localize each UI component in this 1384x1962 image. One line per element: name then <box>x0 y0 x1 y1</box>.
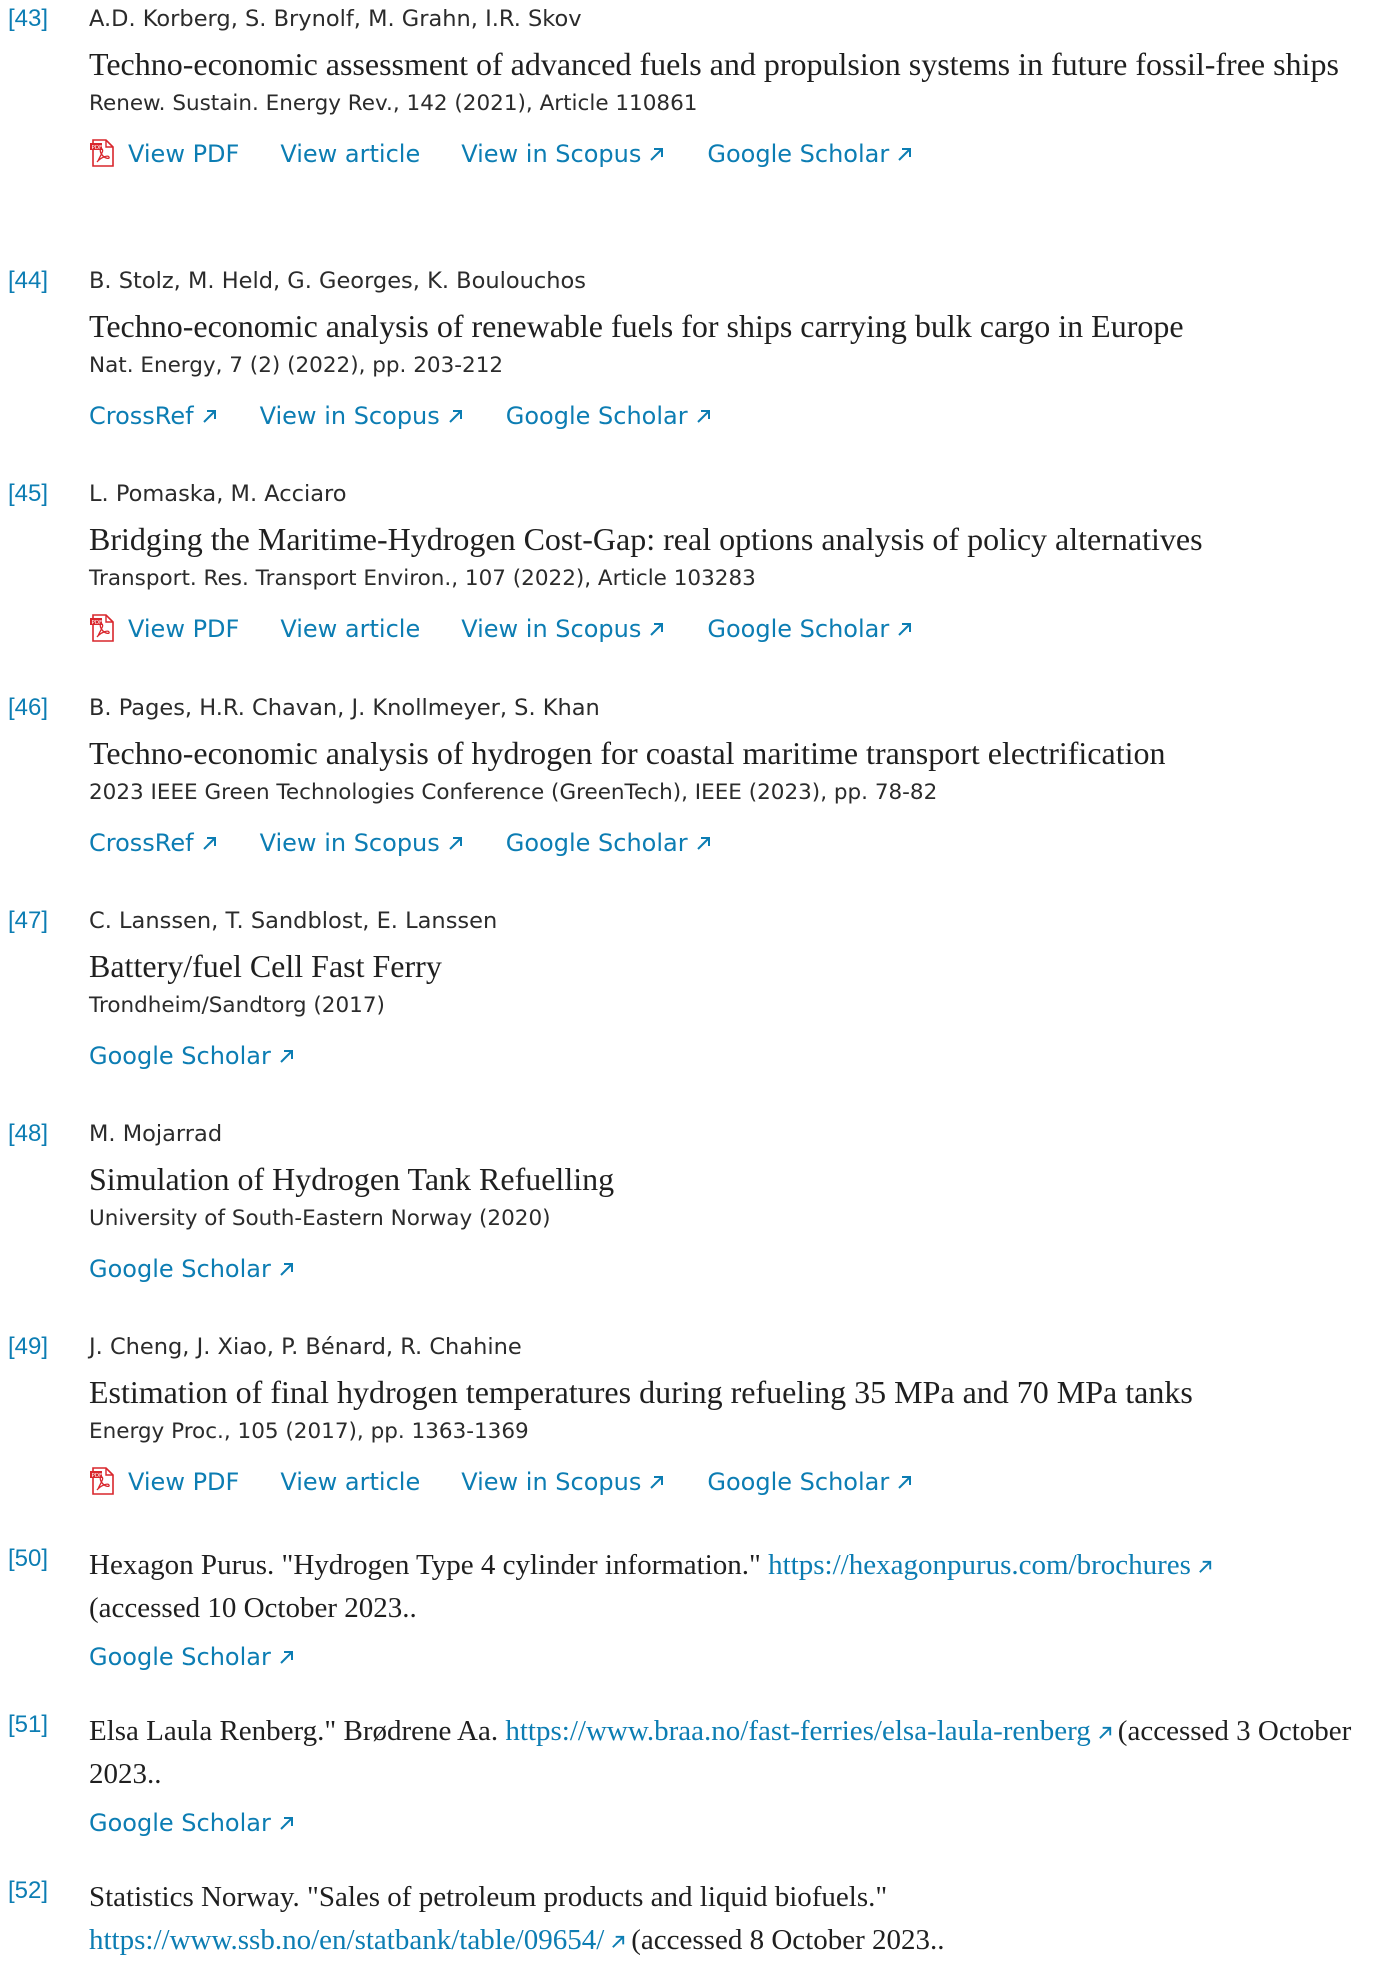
reference-number[interactable]: [47] <box>8 906 48 936</box>
external-arrow-icon <box>612 1935 625 1948</box>
external-arrow-icon <box>202 836 216 850</box>
reference-source: 2023 IEEE Green Technologies Conference … <box>89 780 938 805</box>
reference-number[interactable]: [46] <box>8 693 48 723</box>
reference-text: Elsa Laula Renberg." Brødrene Aa. https:… <box>89 1715 1352 1790</box>
reference-authors: B. Pages, H.R. Chavan, J. Knollmeyer, S.… <box>89 695 600 721</box>
view-article-link[interactable]: View article <box>280 614 420 644</box>
reference-number[interactable]: [51] <box>8 1710 48 1740</box>
reference-links: CrossRef View in Scopus Google Scholar <box>89 828 1379 860</box>
crossref-link[interactable]: CrossRef <box>89 828 219 858</box>
external-arrow-icon <box>449 409 462 423</box>
reference-links: PDF View PDF View article View in Scopus … <box>89 139 1379 171</box>
reference-url-link[interactable]: https://www.braa.no/fast-ferries/elsa-la… <box>505 1715 1117 1747</box>
reference-number[interactable]: [49] <box>8 1332 48 1362</box>
view-in-scopus-link[interactable]: View in Scopus <box>461 1467 666 1497</box>
view-article-link[interactable]: View article <box>280 139 420 169</box>
reference-url-link[interactable]: https://hexagonpurus.com/brochures <box>768 1549 1218 1581</box>
reference-authors: A.D. Korberg, S. Brynolf, M. Grahn, I.R.… <box>89 6 582 32</box>
reference-source: University of South-Eastern Norway (2020… <box>89 1206 551 1231</box>
external-arrow-icon <box>449 836 462 850</box>
external-arrow-icon <box>202 409 216 423</box>
reference-number[interactable]: [45] <box>8 479 48 509</box>
reference-text: Hexagon Purus. "Hydrogen Type 4 cylinder… <box>89 1544 1379 1630</box>
view-in-scopus-link[interactable]: View in Scopus <box>260 828 465 858</box>
reference-number[interactable]: [48] <box>8 1119 48 1149</box>
reference-title: Simulation of Hydrogen Tank Refuelling <box>89 1161 615 1197</box>
reference-title: Estimation of final hydrogen temperature… <box>89 1374 1193 1410</box>
google-scholar-link[interactable]: Google Scholar <box>707 139 914 169</box>
reference-url-link[interactable]: https://www.ssb.no/en/statbank/table/096… <box>89 1924 631 1956</box>
external-arrow-icon <box>1199 1560 1212 1573</box>
pdf-icon: PDF <box>90 139 114 167</box>
view-pdf-link[interactable]: PDF View PDF <box>89 139 239 169</box>
google-scholar-link[interactable]: Google Scholar <box>707 1467 914 1497</box>
crossref-link[interactable]: CrossRef <box>89 401 219 431</box>
reference-text: Statistics Norway. "Sales of petroleum p… <box>89 1881 945 1956</box>
reference-links: PDF View PDF View article View in Scopus … <box>89 614 1379 646</box>
reference-number[interactable]: [50] <box>8 1544 48 1574</box>
reference-number[interactable]: [44] <box>8 266 48 296</box>
google-scholar-link[interactable]: Google Scholar <box>89 1041 296 1071</box>
reference-links: Google Scholar <box>89 1254 1379 1286</box>
view-pdf-link[interactable]: PDF View PDF <box>89 614 239 644</box>
reference-title: Bridging the Maritime-Hydrogen Cost-Gap:… <box>89 521 1203 557</box>
reference-source: Renew. Sustain. Energy Rev., 142 (2021),… <box>89 91 698 116</box>
reference-title: Techno-economic analysis of renewable fu… <box>89 308 1184 344</box>
reference-source: Trondheim/Sandtorg (2017) <box>89 993 385 1018</box>
reference-title: Techno-economic assessment of advanced f… <box>89 46 1339 82</box>
reference-number[interactable]: [52] <box>8 1876 48 1906</box>
external-arrow-icon <box>650 622 664 636</box>
view-in-scopus-link[interactable]: View in Scopus <box>461 614 666 644</box>
reference-number[interactable]: [43] <box>8 4 48 34</box>
reference-authors: B. Stolz, M. Held, G. Georges, K. Boulou… <box>89 268 586 294</box>
external-arrow-icon <box>280 1262 293 1276</box>
pdf-icon: PDF <box>90 614 114 642</box>
external-arrow-icon <box>650 147 664 161</box>
external-arrow-icon <box>696 409 710 423</box>
reference-source: Nat. Energy, 7 (2) (2022), pp. 203-212 <box>89 353 504 378</box>
reference-links: PDF View PDF View article View in Scopus … <box>89 1467 1379 1499</box>
external-arrow-icon <box>1098 1726 1111 1739</box>
reference-title: Techno-economic analysis of hydrogen for… <box>89 735 1166 771</box>
google-scholar-link[interactable]: Google Scholar <box>89 1642 296 1672</box>
external-arrow-icon <box>280 1049 293 1063</box>
reference-authors: L. Pomaska, M. Acciaro <box>89 481 347 507</box>
external-arrow-icon <box>696 836 710 850</box>
external-arrow-icon <box>898 622 912 636</box>
reference-authors: M. Mojarrad <box>89 1121 223 1147</box>
reference-authors: J. Cheng, J. Xiao, P. Bénard, R. Chahine <box>89 1334 522 1360</box>
view-pdf-link[interactable]: PDF View PDF <box>89 1467 239 1497</box>
external-arrow-icon <box>650 1475 664 1489</box>
google-scholar-link[interactable]: Google Scholar <box>506 401 713 431</box>
pdf-icon: PDF <box>90 1467 114 1495</box>
view-in-scopus-link[interactable]: View in Scopus <box>461 139 666 169</box>
external-arrow-icon <box>898 147 912 161</box>
google-scholar-link[interactable]: Google Scholar <box>89 1808 296 1838</box>
reference-links: CrossRef View in Scopus Google Scholar <box>89 401 1379 433</box>
reference-source: Transport. Res. Transport Environ., 107 … <box>89 566 756 591</box>
google-scholar-link[interactable]: Google Scholar <box>89 1254 296 1284</box>
view-article-link[interactable]: View article <box>280 1467 420 1497</box>
reference-links: Google Scholar <box>89 1642 1379 1674</box>
reference-authors: C. Lanssen, T. Sandblost, E. Lanssen <box>89 908 498 934</box>
external-arrow-icon <box>280 1816 293 1830</box>
reference-source: Energy Proc., 105 (2017), pp. 1363-1369 <box>89 1419 529 1444</box>
external-arrow-icon <box>280 1650 293 1664</box>
google-scholar-link[interactable]: Google Scholar <box>707 614 914 644</box>
reference-links: Google Scholar <box>89 1808 1379 1840</box>
reference-title: Battery/fuel Cell Fast Ferry <box>89 948 442 984</box>
google-scholar-link[interactable]: Google Scholar <box>506 828 713 858</box>
external-arrow-icon <box>898 1475 912 1489</box>
view-in-scopus-link[interactable]: View in Scopus <box>260 401 465 431</box>
reference-links: Google Scholar <box>89 1041 1379 1073</box>
